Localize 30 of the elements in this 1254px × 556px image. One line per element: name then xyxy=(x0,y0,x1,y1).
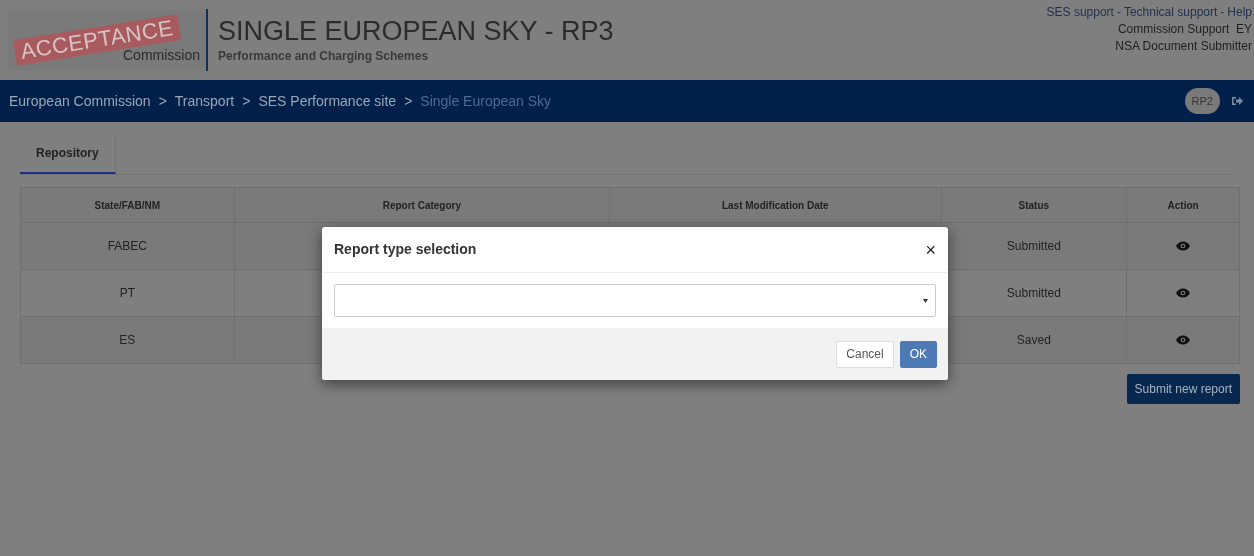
ok-button[interactable]: OK xyxy=(899,340,937,368)
caret-icon xyxy=(923,298,928,303)
header-link[interactable]: SES support xyxy=(1046,4,1114,21)
breadcrumb-link[interactable]: European Commission xyxy=(9,90,151,112)
period-badge[interactable]: RP2 xyxy=(1184,87,1220,115)
logout-icon[interactable] xyxy=(1232,96,1243,106)
table-cell: ES xyxy=(21,317,235,363)
cancel-button[interactable]: Cancel xyxy=(836,340,894,368)
eye-icon[interactable] xyxy=(1176,288,1191,298)
eye-icon[interactable] xyxy=(1176,335,1191,345)
dialog-title: Report type selection xyxy=(334,240,477,259)
tab[interactable]: Repository xyxy=(20,134,116,174)
link-separator: - xyxy=(1220,4,1225,21)
breadcrumb-link[interactable]: SES Performance site xyxy=(258,90,397,112)
site-title: SINGLE EUROPEAN SKY - RP3 xyxy=(218,15,614,47)
user-role: NSA Document Submitter xyxy=(1115,38,1252,55)
eye-icon[interactable] xyxy=(1176,241,1191,251)
breadcrumb-separator: > xyxy=(242,91,251,111)
link-separator: - xyxy=(1116,4,1121,21)
breadcrumb-link[interactable]: Transport xyxy=(174,90,235,112)
header-link[interactable]: Help xyxy=(1227,4,1252,21)
site-subtitle: Performance and Charging Schemes xyxy=(218,48,430,65)
submit-report-button[interactable]: Submit new report xyxy=(1126,374,1240,404)
close-button[interactable]: × xyxy=(925,240,936,259)
header-link[interactable]: Technical support xyxy=(1123,4,1218,21)
breadcrumb-link[interactable]: Single European Sky xyxy=(420,90,552,112)
column-header: Action xyxy=(1166,198,1200,213)
user-name: Commission Support EY xyxy=(1117,21,1252,38)
breadcrumb-separator: > xyxy=(158,91,167,111)
breadcrumb-separator: > xyxy=(404,91,413,111)
